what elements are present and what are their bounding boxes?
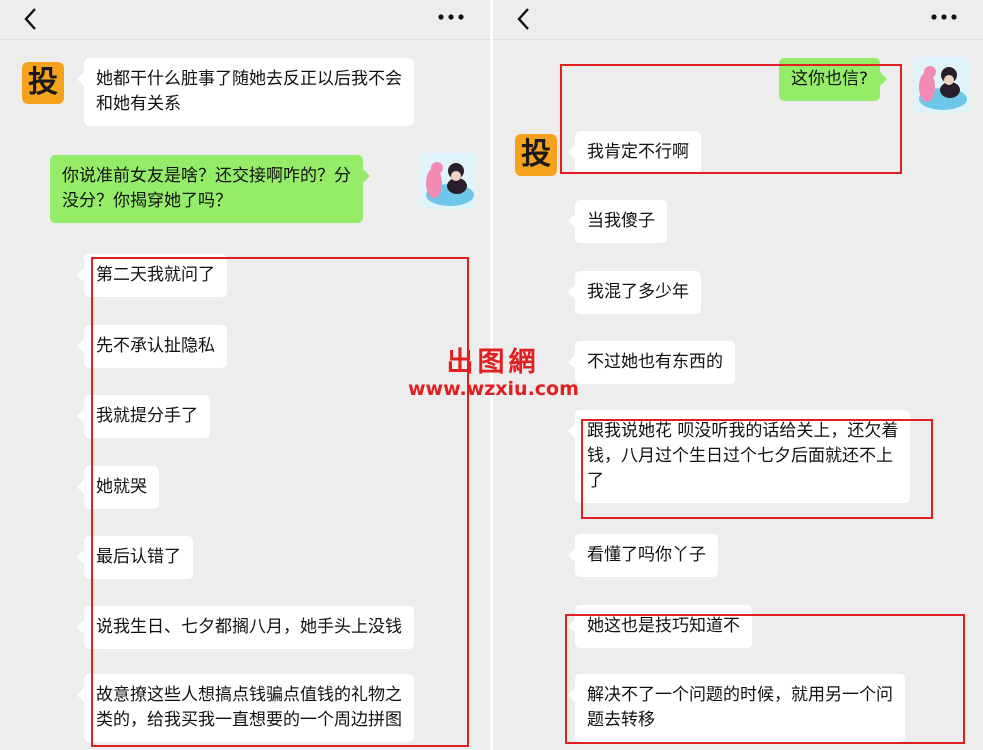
more-dots-icon[interactable] [434, 4, 468, 34]
message-text: 先不承认扯隐私 [96, 336, 215, 356]
message-text: 题去转移 [587, 710, 655, 730]
message-bubble-self[interactable]: 这你也信? [779, 58, 888, 101]
message-bubble[interactable]: 我肯定不行啊 [568, 131, 701, 174]
message-text: 她这也是技巧知道不 [587, 616, 740, 636]
more-dots-icon[interactable] [927, 4, 961, 34]
chat-pane-left: 投 她都干什么脏事了随她去反正以后我不会 和她有关系 你说准前女友是啥？还交接啊… [0, 0, 490, 750]
message-text: 她就哭 [96, 477, 147, 497]
message-text: 你说准前女友是啥？还交接啊咋的？分 [62, 166, 351, 186]
message-text: 解决不了一个问题的时候，就用另一个问 [587, 685, 893, 705]
message-bubble[interactable]: 先不承认扯隐私 [77, 325, 227, 368]
message-text: 这你也信? [791, 69, 869, 89]
avatar-glyph: 投 [28, 65, 58, 100]
message-text: 类的，给我买我一直想要的一个周边拼图 [96, 710, 402, 730]
flamingo-avatar-icon [919, 66, 967, 110]
user-avatar[interactable] [913, 57, 969, 113]
message-bubble[interactable]: 说我生日、七夕都搁八月，她手头上没钱 [77, 606, 414, 649]
message-text: 跟我说她花 呗没听我的话给关上，还欠着 [587, 421, 899, 441]
flamingo-avatar-icon [426, 162, 474, 206]
message-text: 说我生日、七夕都搁八月，她手头上没钱 [96, 617, 402, 637]
message-bubble[interactable]: 看懂了吗你丫子 [568, 534, 718, 577]
chat-pane-right: 这你也信? 投 我肯定不行啊 当我傻子 我混了多少年 不过她也有东西的 跟我说她… [493, 0, 983, 750]
message-text: 故意撩这些人想搞点钱骗点值钱的礼物之 [96, 685, 402, 705]
message-text: 第二天我就问了 [96, 265, 215, 285]
message-text: 她都干什么脏事了随她去反正以后我不会 [96, 69, 402, 89]
avatar-glyph: 投 [521, 137, 551, 172]
message-text: 我肯定不行啊 [587, 142, 689, 162]
message-text: 没分？你揭穿她了吗？ [62, 191, 232, 211]
message-bubble[interactable]: 她就哭 [77, 466, 159, 509]
chat-header [0, 0, 490, 40]
message-text: 钱，八月过个生日过个七夕后面就还不上 [587, 446, 893, 466]
message-text: 和她有关系 [96, 94, 181, 114]
message-text: 当我傻子 [587, 211, 655, 231]
message-bubble[interactable]: 她这也是技巧知道不 [568, 605, 752, 648]
message-bubble[interactable]: 当我傻子 [568, 200, 667, 243]
chat-header [493, 0, 983, 40]
user-avatar[interactable] [420, 153, 476, 209]
message-text: 看懂了吗你丫子 [587, 545, 706, 565]
message-bubble[interactable]: 跟我说她花 呗没听我的话给关上，还欠着 钱，八月过个生日过个七夕后面就还不上 了 [567, 410, 911, 503]
contact-avatar[interactable]: 投 [22, 62, 64, 104]
chevron-left-icon[interactable] [511, 4, 537, 34]
message-text: 了 [587, 471, 604, 491]
message-bubble[interactable]: 第二天我就问了 [77, 254, 227, 297]
chevron-left-icon[interactable] [18, 4, 44, 34]
message-text: 最后认错了 [96, 547, 181, 567]
message-bubble[interactable]: 我混了多少年 [568, 271, 701, 314]
message-text: 我就提分手了 [96, 406, 198, 426]
message-bubble[interactable]: 我就提分手了 [77, 395, 210, 438]
message-bubble[interactable]: 故意撩这些人想搞点钱骗点值钱的礼物之 类的，给我买我一直想要的一个周边拼图 [77, 674, 414, 742]
message-bubble-self[interactable]: 你说准前女友是啥？还交接啊咋的？分 没分？你揭穿她了吗？ [50, 155, 370, 223]
message-text: 不过她也有东西的 [587, 352, 723, 372]
message-bubble[interactable]: 不过她也有东西的 [568, 341, 735, 384]
message-text: 我混了多少年 [587, 282, 689, 302]
contact-avatar[interactable]: 投 [515, 134, 557, 176]
message-bubble[interactable]: 她都干什么脏事了随她去反正以后我不会 和她有关系 [77, 58, 414, 126]
message-bubble[interactable]: 最后认错了 [77, 536, 193, 579]
message-bubble[interactable]: 解决不了一个问题的时候，就用另一个问 题去转移 [568, 674, 905, 742]
